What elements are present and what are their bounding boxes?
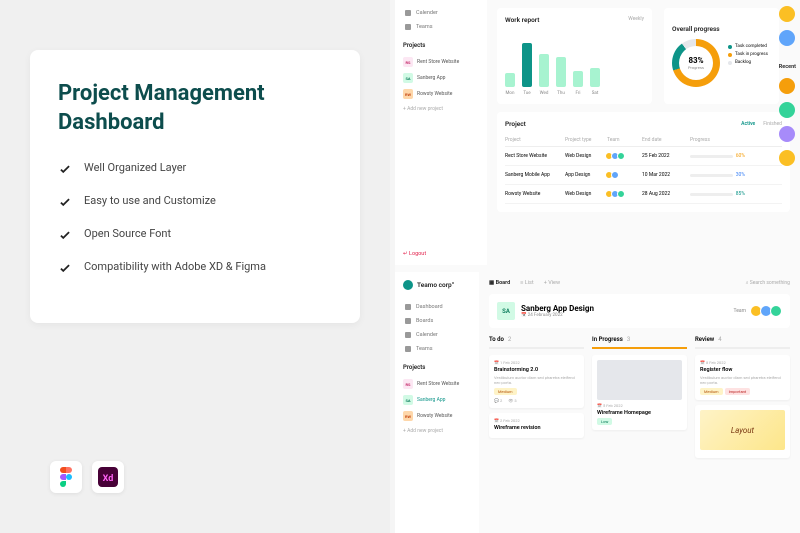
avatar[interactable] — [779, 6, 795, 22]
view-list[interactable]: ≡ List — [520, 280, 534, 286]
avatar[interactable] — [779, 150, 795, 166]
task-card[interactable]: Layout — [695, 405, 790, 458]
bar — [505, 73, 515, 87]
bar-chart — [505, 32, 644, 87]
teams-icon — [405, 24, 411, 30]
nav-teams[interactable]: Teams — [403, 20, 479, 34]
task-card[interactable]: 📅 2 Feb 2022 Wireframe revision — [489, 413, 584, 438]
project-table-card: ProjectActiveFinished ProjectProject typ… — [497, 112, 790, 212]
task-card[interactable]: 📅 5 Feb 2022 Wireframe Homepage Low — [592, 355, 687, 430]
bar — [522, 43, 532, 87]
search-input[interactable]: ⌕ Search something — [746, 280, 790, 286]
xd-logo: Xd — [92, 461, 124, 493]
add-project-button[interactable]: + Add new project — [403, 424, 471, 438]
donut-chart: 83%Progress — [672, 39, 720, 87]
task-card[interactable]: 📅 1 Feb 2022 Brainstorming 2.0 Vestibulu… — [489, 355, 584, 408]
tab-active[interactable]: Active — [741, 121, 755, 127]
feature-item: Well Organized Layer — [58, 161, 332, 176]
teams-icon — [405, 346, 411, 352]
project-badge: RW — [403, 89, 413, 99]
nav-calendar[interactable]: Calender — [403, 6, 479, 20]
projects-heading: Projects — [403, 42, 479, 49]
column-review: Review4 📅 8 Feb 2022 Register flow Vesti… — [695, 336, 790, 463]
project-item[interactable]: SASanberg App — [403, 392, 471, 408]
figma-logo — [50, 461, 82, 493]
nav-boards[interactable]: Boards — [403, 314, 471, 328]
legend-item: Backlog — [728, 60, 768, 65]
bar — [590, 68, 600, 87]
task-card[interactable]: 📅 8 Feb 2022 Register flow Vestibulum au… — [695, 355, 790, 400]
nav-dashboard[interactable]: Dashboard — [403, 300, 471, 314]
svg-text:Xd: Xd — [103, 474, 114, 484]
logout-button[interactable]: ↵ Logout — [403, 251, 426, 257]
bar — [573, 71, 583, 88]
feature-item: Compatibility with Adobe XD & Figma — [58, 260, 332, 275]
promo-title: Project Management Dashboard — [58, 80, 332, 137]
bar — [556, 57, 566, 87]
avatar[interactable] — [779, 78, 795, 94]
task-image: Layout — [700, 410, 785, 450]
recent-panel: Recent — [779, 6, 796, 166]
project-item[interactable]: RSRent Store Website — [403, 54, 479, 70]
sidebar: Teamo corp° Dashboard Boards Calender Te… — [395, 272, 479, 533]
avatar[interactable] — [779, 102, 795, 118]
project-item[interactable]: RWRowsty Website — [403, 408, 471, 424]
avatar[interactable] — [779, 30, 795, 46]
calendar-icon — [405, 332, 411, 338]
promo-card: Project Management Dashboard Well Organi… — [30, 50, 360, 323]
feature-item: Open Source Font — [58, 227, 332, 242]
avatar[interactable] — [779, 126, 795, 142]
project-item[interactable]: RSRent Store Website — [403, 376, 471, 392]
home-icon — [405, 304, 411, 310]
table-row[interactable]: Sanberg Mobile AppApp Design10 Mar 20223… — [505, 166, 782, 185]
column-progress: In Progress3 📅 5 Feb 2022 Wireframe Home… — [592, 336, 687, 463]
card-title: Work report — [505, 16, 539, 24]
project-item[interactable]: RWRowsty Website — [403, 86, 479, 102]
boards-icon — [405, 318, 411, 324]
sidebar: Calender Teams Projects RSRent Store Web… — [395, 0, 487, 265]
brand[interactable]: Teamo corp° — [403, 280, 471, 290]
task-image — [597, 360, 682, 400]
brand-icon — [403, 280, 413, 290]
feature-item: Easy to use and Customize — [58, 194, 332, 209]
bar — [539, 54, 549, 87]
legend-item: Task completed — [728, 44, 768, 49]
overall-progress-card: Overall progress 83%Progress Task comple… — [664, 8, 779, 104]
view-board[interactable]: ▦ Board — [489, 280, 510, 286]
add-project-button[interactable]: + Add new project — [403, 102, 479, 116]
project-badge: SA — [403, 73, 413, 83]
table-row[interactable]: Rect Store WebsiteWeb Design25 Feb 20226… — [505, 147, 782, 166]
project-item[interactable]: SASanberg App — [403, 70, 479, 86]
legend-item: Task in progress — [728, 52, 768, 57]
calendar-icon — [405, 10, 411, 16]
table-row[interactable]: Rowsty WebsiteWeb Design28 Aug 202285% — [505, 185, 782, 204]
nav-teams[interactable]: Teams — [403, 342, 471, 356]
view-add[interactable]: + View — [544, 280, 560, 286]
nav-calendar[interactable]: Calender — [403, 328, 471, 342]
column-todo: To do2 📅 1 Feb 2022 Brainstorming 2.0 Ve… — [489, 336, 584, 463]
project-header: SA Sanberg App Design📅 24 February 2022 … — [489, 294, 790, 328]
work-report-card: Work reportWeekly MonTueWedThuFriSat — [497, 8, 652, 104]
project-badge: RS — [403, 57, 413, 67]
